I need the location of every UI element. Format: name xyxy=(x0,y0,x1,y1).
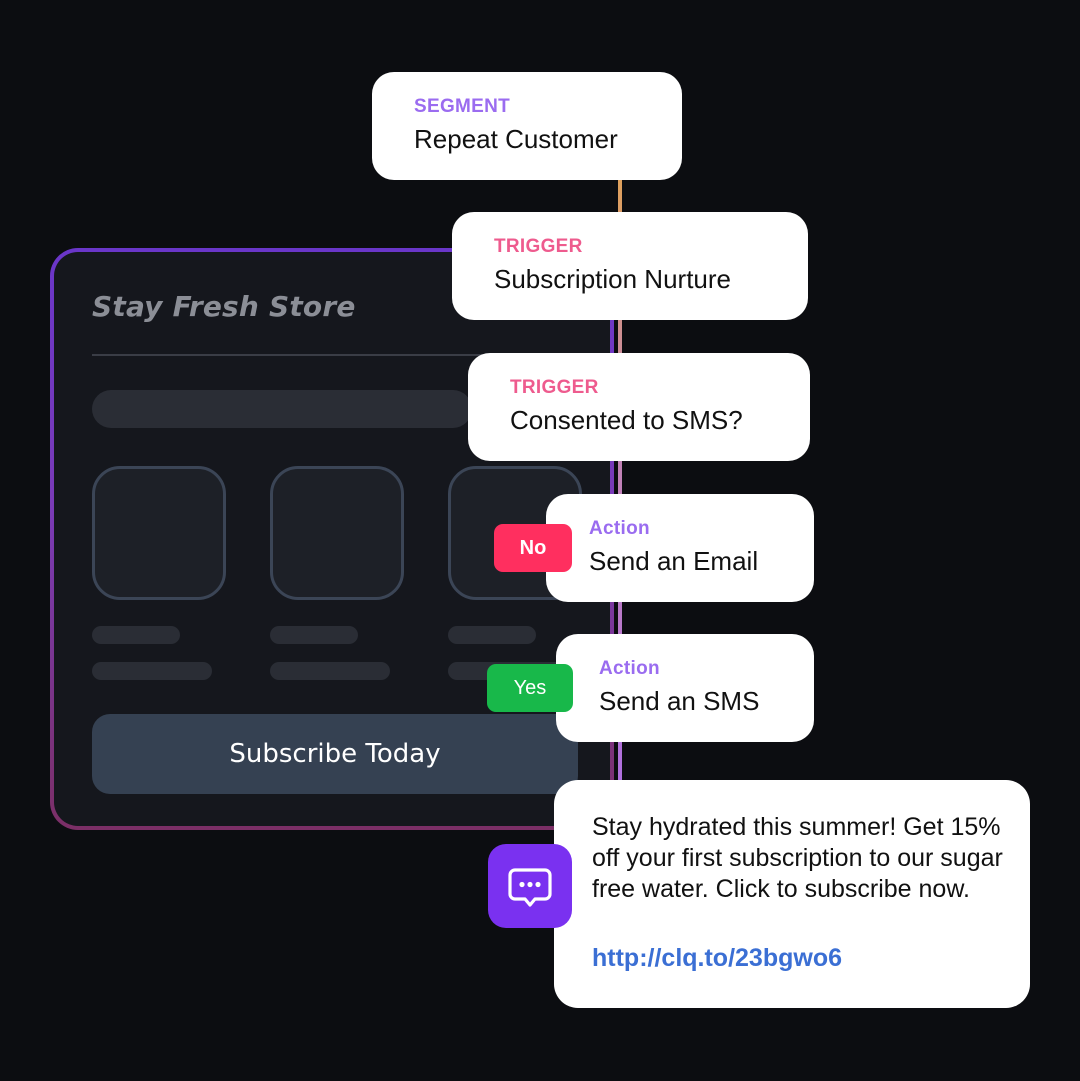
chat-bubble-icon xyxy=(488,844,572,928)
trigger-title: Consented to SMS? xyxy=(510,405,743,435)
product-tile xyxy=(270,466,404,600)
store-title: Stay Fresh Store xyxy=(92,290,356,323)
product-name-placeholder xyxy=(448,626,536,644)
action-label: Action xyxy=(589,518,650,539)
yes-branch-badge: Yes xyxy=(487,664,573,712)
store-divider xyxy=(92,354,492,356)
product-tile xyxy=(92,466,226,600)
product-price-placeholder xyxy=(270,662,390,680)
trigger-label: TRIGGER xyxy=(510,377,599,398)
trigger-card-subscription[interactable]: TRIGGER Subscription Nurture xyxy=(452,212,808,320)
trigger-label: TRIGGER xyxy=(494,236,583,257)
trigger-title: Subscription Nurture xyxy=(494,264,731,294)
action-card-sms[interactable]: Action Send an SMS xyxy=(556,634,814,742)
action-title: Send an SMS xyxy=(599,686,760,716)
action-title: Send an Email xyxy=(589,546,759,576)
action-card-email[interactable]: Action Send an Email xyxy=(546,494,814,602)
product-name-placeholder xyxy=(270,626,358,644)
subscribe-button[interactable]: Subscribe Today xyxy=(92,714,578,794)
trigger-card-sms-consent[interactable]: TRIGGER Consented to SMS? xyxy=(468,353,810,461)
product-price-placeholder xyxy=(92,662,212,680)
action-label: Action xyxy=(599,658,660,679)
segment-label: SEGMENT xyxy=(414,96,511,117)
product-name-placeholder xyxy=(92,626,180,644)
search-bar-placeholder xyxy=(92,390,472,428)
sms-message-card: Stay hydrated this summer! Get 15% off y… xyxy=(554,780,1030,1008)
sms-message-body: Stay hydrated this summer! Get 15% off y… xyxy=(592,813,1003,903)
segment-card[interactable]: SEGMENT Repeat Customer xyxy=(372,72,682,180)
segment-title: Repeat Customer xyxy=(414,124,618,154)
no-branch-badge: No xyxy=(494,524,572,572)
sms-message-link[interactable]: http://clq.to/23bgwo6 xyxy=(592,944,842,973)
